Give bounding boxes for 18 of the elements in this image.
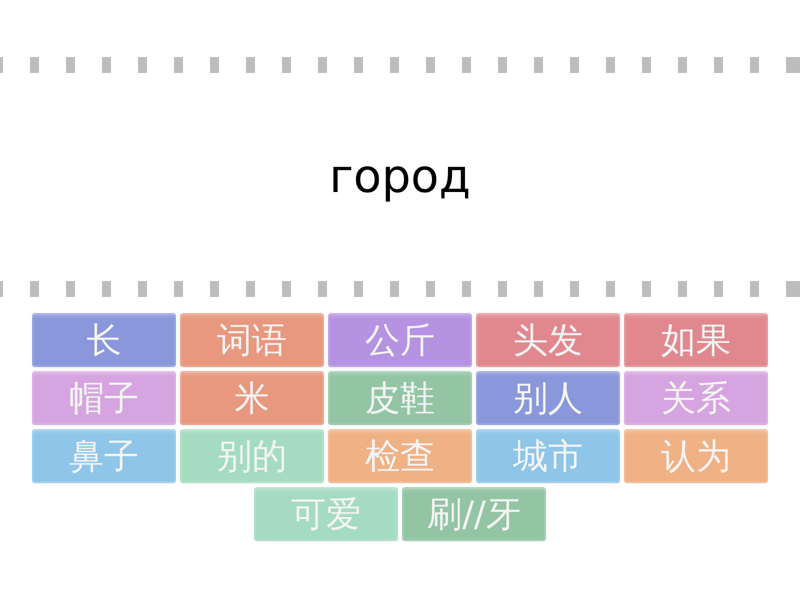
word-tile[interactable]: 关系 [624,371,768,425]
prompt-word: город [329,150,471,204]
word-tile[interactable]: 米 [180,371,324,425]
word-tile[interactable]: 长 [32,313,176,367]
word-tile[interactable]: 词语 [180,313,324,367]
word-tile[interactable]: 头发 [476,313,620,367]
word-tile[interactable]: 可爱 [254,487,398,541]
word-tile[interactable]: 如果 [624,313,768,367]
word-tile[interactable]: 检查 [328,429,472,483]
word-tile[interactable]: 公斤 [328,313,472,367]
word-tile[interactable]: 帽子 [32,371,176,425]
word-tile[interactable]: 城市 [476,429,620,483]
word-tile[interactable]: 刷//牙 [402,487,546,541]
word-tile[interactable]: 别的 [180,429,324,483]
word-tile[interactable]: 认为 [624,429,768,483]
word-tile[interactable]: 别人 [476,371,620,425]
word-tile[interactable]: 皮鞋 [328,371,472,425]
word-tile[interactable]: 鼻子 [32,429,176,483]
